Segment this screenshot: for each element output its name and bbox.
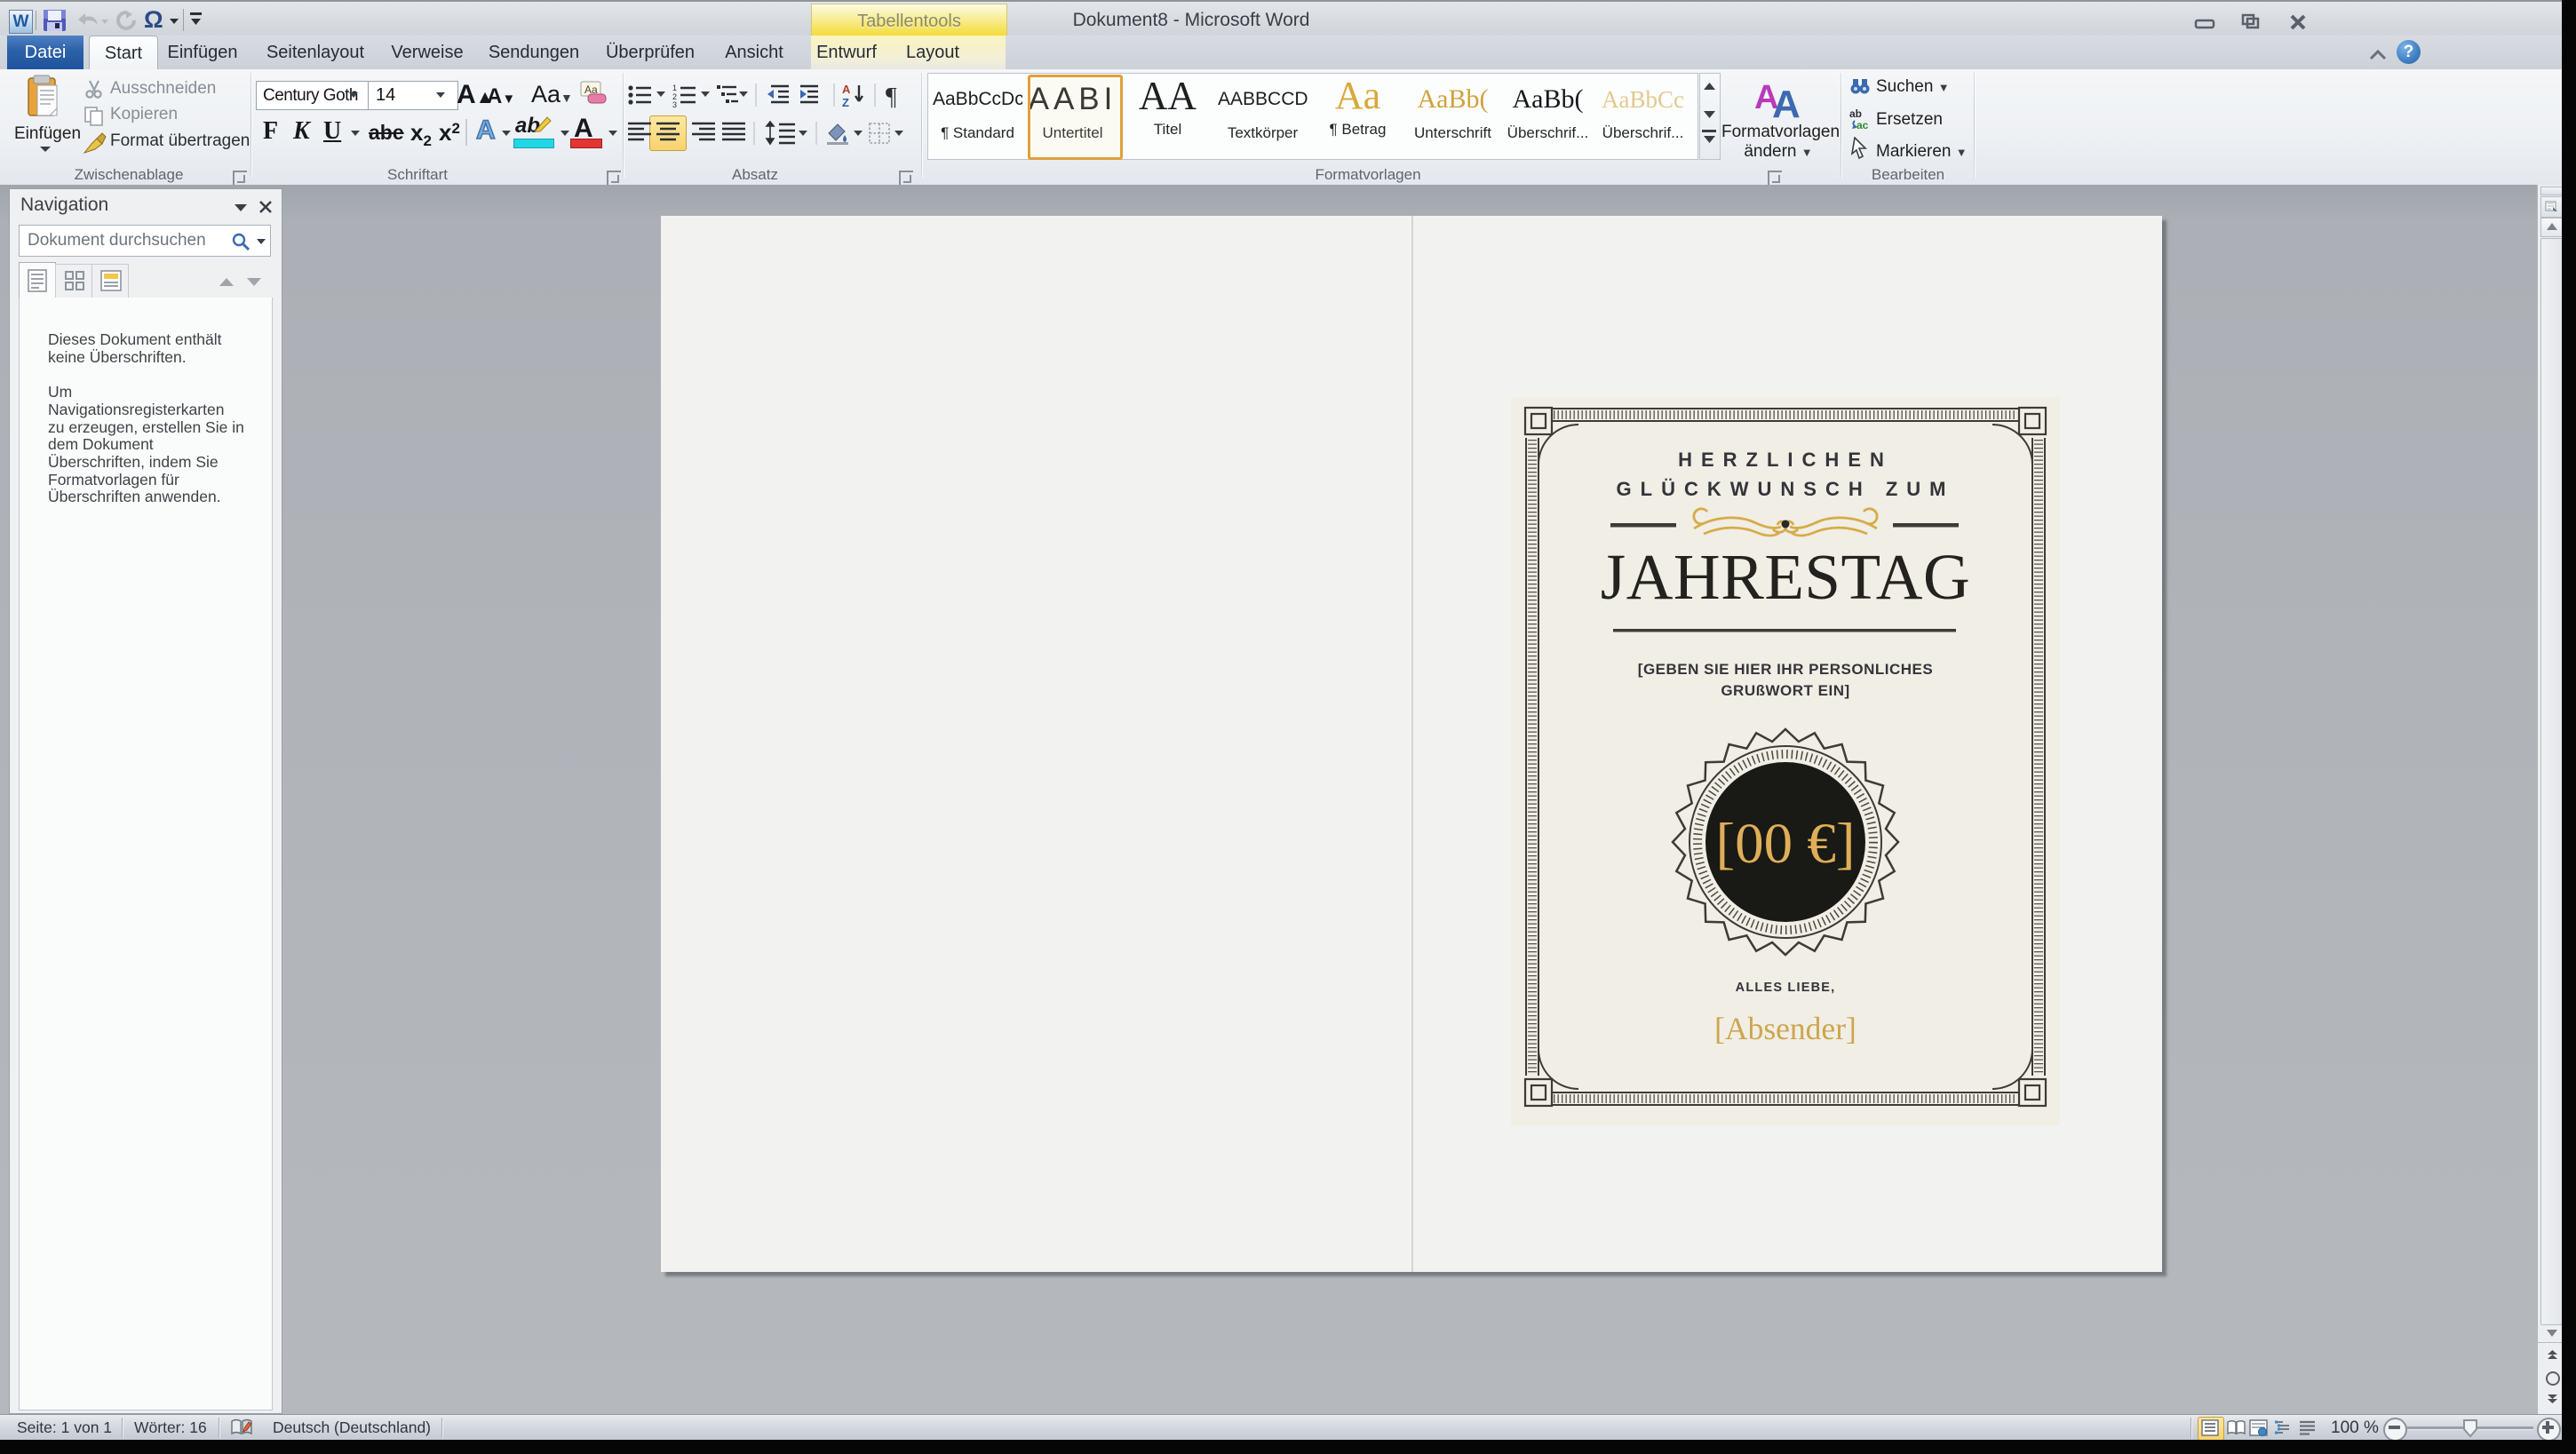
svg-text:A: A <box>1772 83 1801 121</box>
svg-text:1: 1 <box>672 83 677 92</box>
svg-text:Z: Z <box>842 96 849 108</box>
svg-text:ac: ac <box>1856 119 1869 130</box>
svg-text:3: 3 <box>672 100 677 108</box>
svg-text:¶: ¶ <box>886 83 897 108</box>
svg-text:A: A <box>842 83 851 96</box>
